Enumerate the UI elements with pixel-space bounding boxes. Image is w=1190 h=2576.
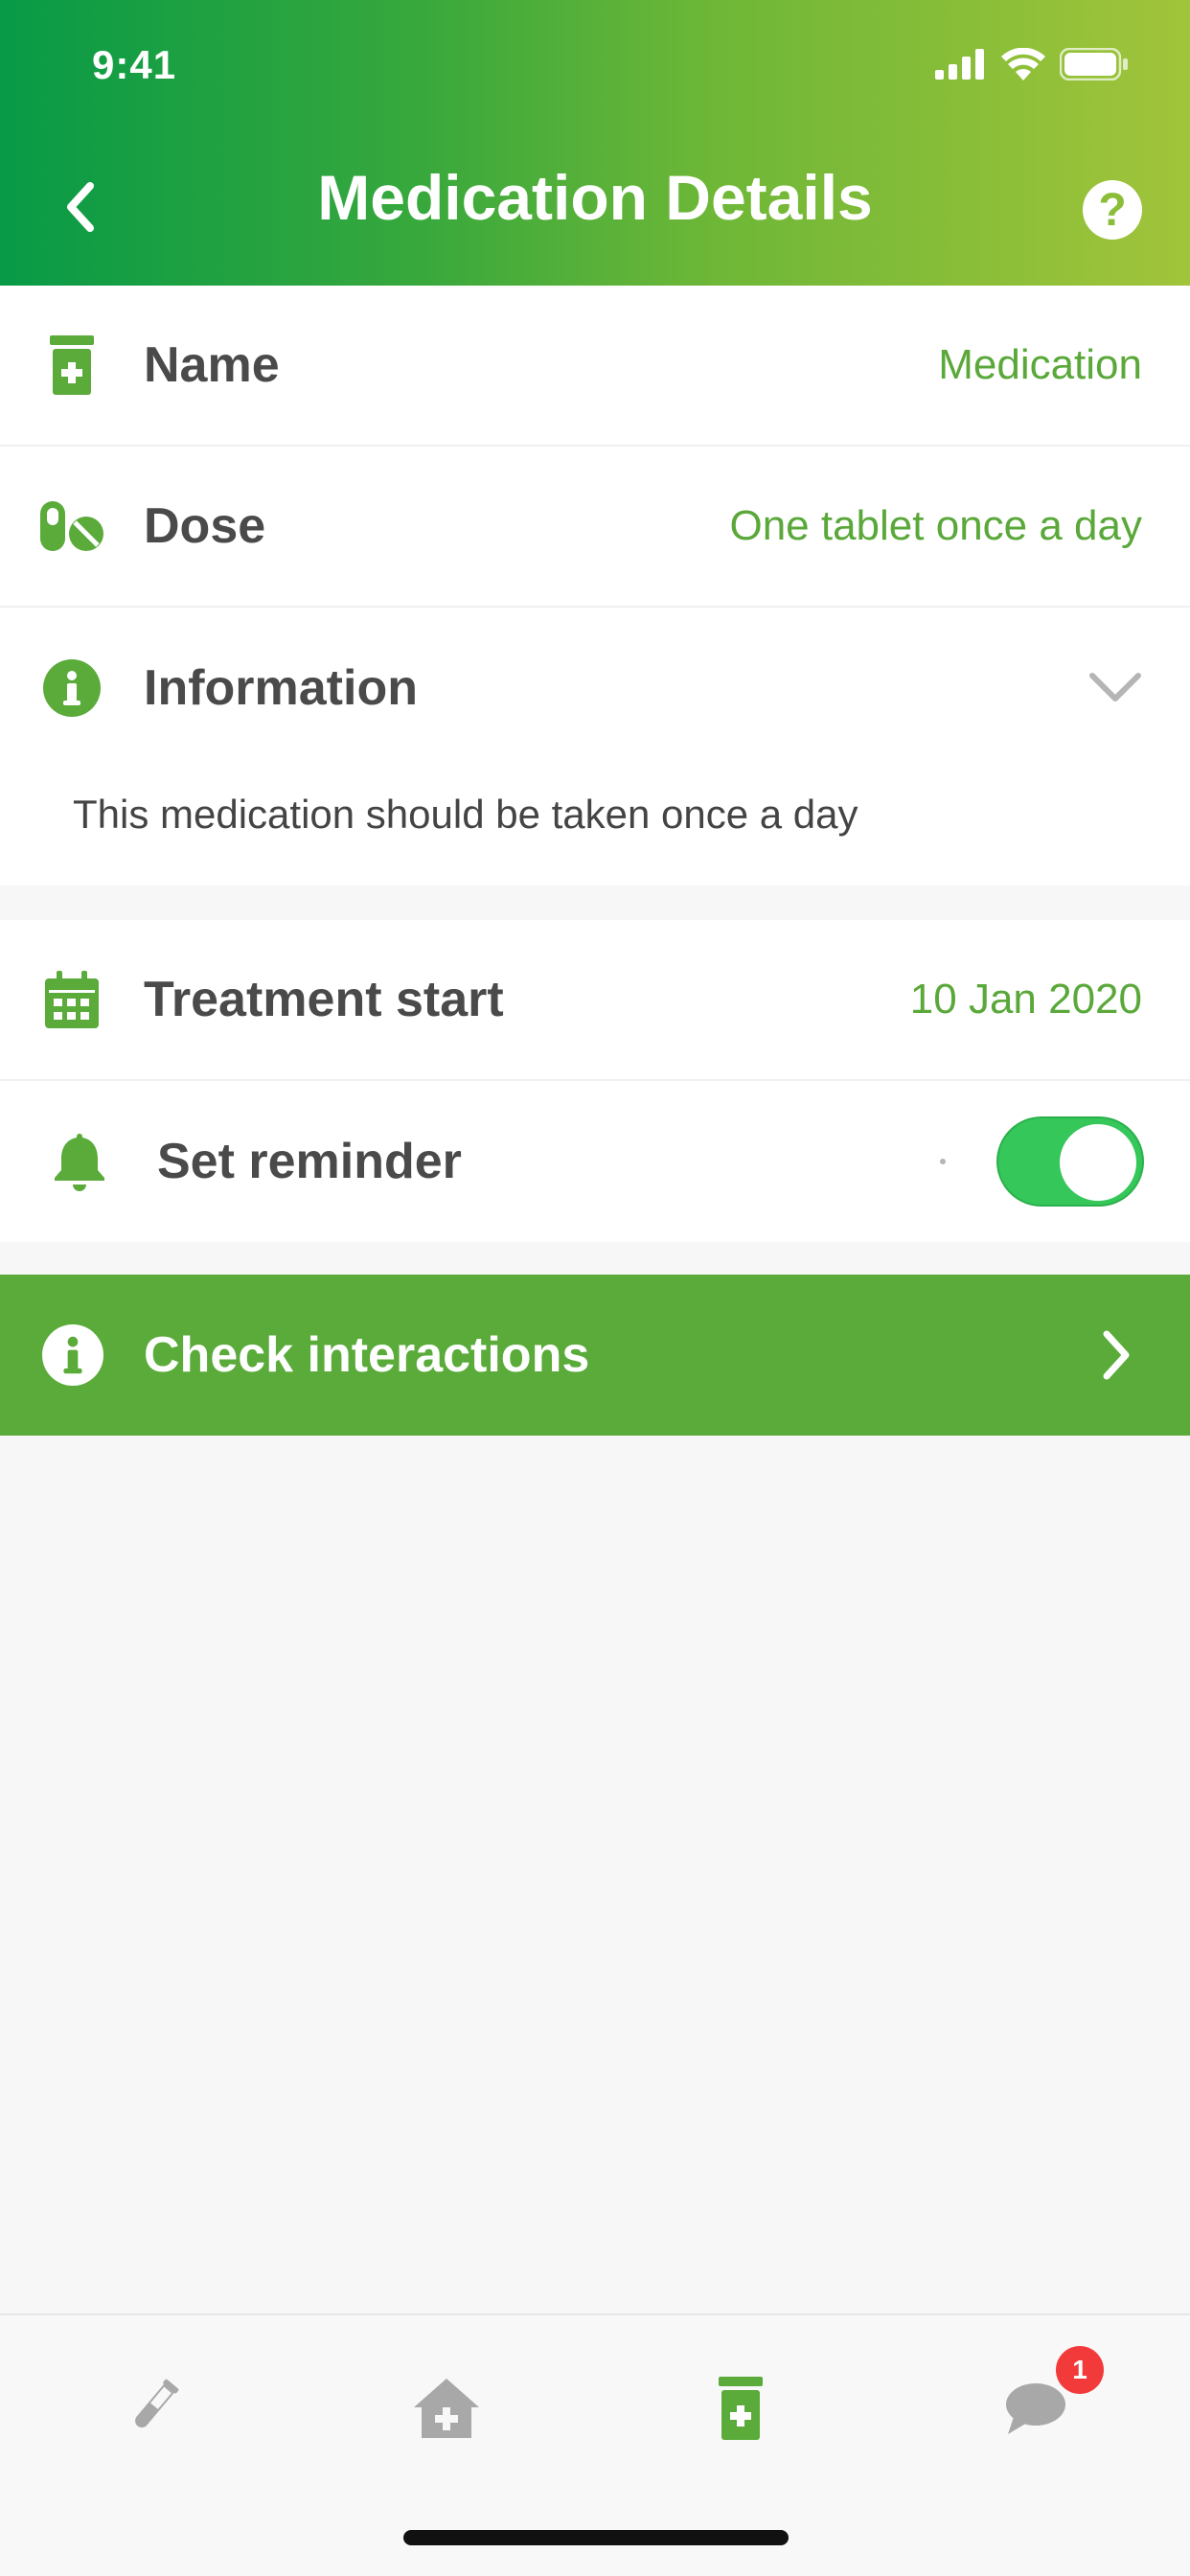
check-interactions-button[interactable]: Check interactions <box>0 1275 1190 1436</box>
treatment-start-value: 10 Jan 2020 <box>909 976 1142 1023</box>
medication-icon <box>719 2377 763 2440</box>
home-indicator[interactable] <box>403 2530 789 2545</box>
medication-bottle-icon <box>38 332 105 399</box>
tab-medications[interactable] <box>698 2365 784 2451</box>
clinic-home-icon <box>414 2379 479 2438</box>
details-card: Name Medication Dose One tablet once a d… <box>0 286 1190 886</box>
dose-value: One tablet once a day <box>729 502 1142 549</box>
tab-tests[interactable] <box>109 2365 195 2451</box>
signal-icon <box>935 49 984 80</box>
notification-badge: 1 <box>1056 2346 1104 2394</box>
chevron-right-icon <box>1098 1328 1136 1382</box>
info-icon <box>42 1324 103 1386</box>
question-icon: ? <box>1098 184 1127 236</box>
treatment-start-row[interactable]: Treatment start 10 Jan 2020 <box>0 920 1190 1081</box>
information-section: Information This medication should be ta… <box>0 608 1190 886</box>
tab-messages[interactable]: 1 <box>993 2346 1104 2451</box>
reminder-toggle[interactable] <box>996 1116 1144 1207</box>
schedule-card: Treatment start 10 Jan 2020 Set reminder <box>0 920 1190 1242</box>
chevron-down-icon[interactable] <box>1088 661 1142 715</box>
dose-row[interactable]: Dose One tablet once a day <box>0 447 1190 608</box>
bell-icon <box>46 1128 113 1195</box>
reminder-label: Set reminder <box>157 1134 462 1189</box>
status-icons <box>935 48 1129 80</box>
wifi-icon <box>1001 48 1045 80</box>
help-button[interactable]: ? <box>1083 180 1142 240</box>
check-interactions-label: Check interactions <box>144 1327 590 1383</box>
page-title: Medication Details <box>317 162 873 233</box>
decorative-dot <box>940 1159 946 1164</box>
pills-icon <box>38 493 105 560</box>
tab-home[interactable] <box>403 2365 490 2451</box>
name-value: Medication <box>938 341 1142 388</box>
information-text: This medication should be taken once a d… <box>73 792 858 837</box>
information-label: Information <box>144 660 418 716</box>
treatment-start-label: Treatment start <box>144 972 504 1027</box>
name-row[interactable]: Name Medication <box>0 286 1190 447</box>
dose-label: Dose <box>144 498 266 554</box>
name-label: Name <box>144 337 280 393</box>
info-icon <box>38 655 105 722</box>
calendar-icon <box>38 966 105 1033</box>
status-time: 9:41 <box>92 42 177 87</box>
toggle-knob <box>1060 1124 1136 1201</box>
reminder-row: Set reminder <box>0 1081 1190 1242</box>
test-tube-icon <box>135 2379 179 2428</box>
app-header: 9:41 Medication Details ? <box>0 0 1190 286</box>
information-header[interactable]: Information <box>0 608 1190 769</box>
battery-icon <box>1060 48 1128 80</box>
chat-icon <box>1006 2383 1065 2434</box>
